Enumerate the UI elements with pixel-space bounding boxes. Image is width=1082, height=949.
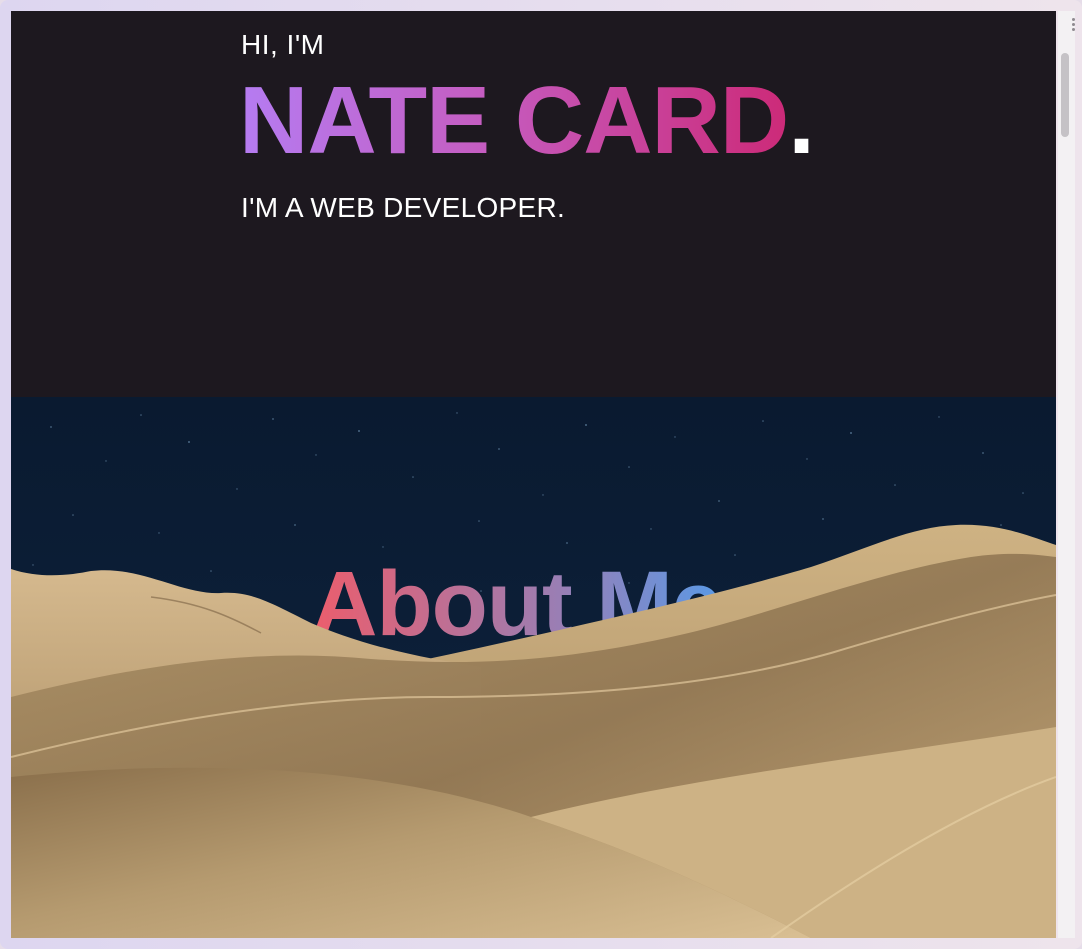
hero-name-dot: .	[788, 67, 815, 174]
hero-greeting: HI, I'M	[241, 29, 325, 60]
hero-role: I'M A WEB DEVELOPER.	[241, 192, 566, 223]
about-section: About Me	[11, 397, 1056, 938]
resize-grip-icon[interactable]	[1072, 18, 1076, 34]
scrollbar-thumb[interactable]	[1061, 53, 1069, 137]
hero-name-text: NATE CARD	[239, 67, 789, 174]
desert-night-background: About Me	[11, 397, 1056, 938]
hero-section: HI, I'M NATE CARD. I'M A WEB DEVELOPER.	[11, 11, 1056, 397]
page-viewport: HI, I'M NATE CARD. I'M A WEB DEVELOPER.	[11, 11, 1056, 938]
vertical-scrollbar[interactable]	[1058, 11, 1075, 938]
hero-name: NATE CARD.	[239, 73, 815, 169]
